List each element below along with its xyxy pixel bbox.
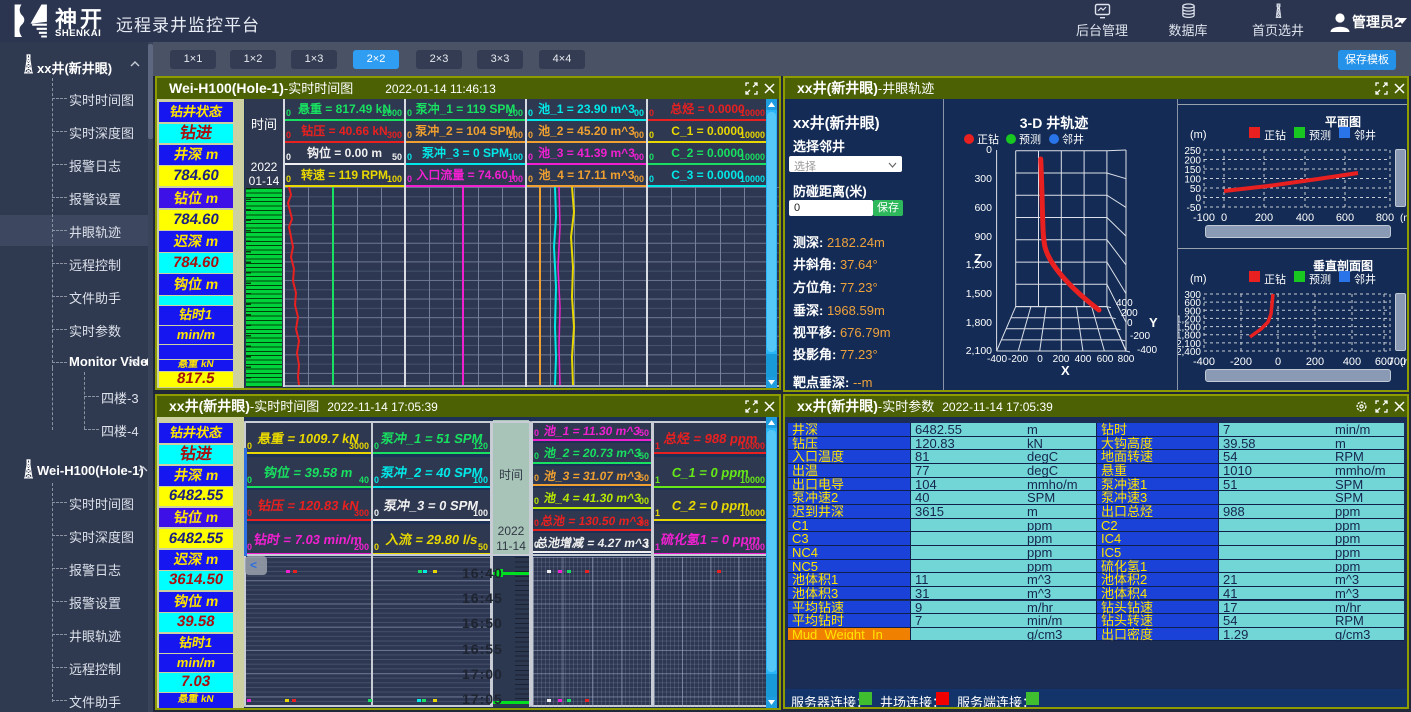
svg-text:900: 900 [974,231,992,243]
svg-text:1,800: 1,800 [966,317,992,329]
svg-text:Z: Z [974,251,982,266]
svg-text:400: 400 [1296,212,1314,224]
svg-text:预测: 预测 [1019,133,1041,146]
svg-text:-400: -400 [1137,345,1157,356]
svg-text:-200: -200 [1230,356,1252,368]
svg-text:-200: -200 [1130,331,1150,342]
svg-text:0: 0 [1275,356,1281,368]
svg-text:3-D 井轨迹: 3-D 井轨迹 [1020,115,1088,131]
svg-text:0: 0 [1037,354,1043,365]
svg-text:-200: -200 [1008,354,1028,365]
svg-text:1,500: 1,500 [966,288,992,300]
svg-text:800: 800 [1118,354,1135,365]
svg-text:(m): (m) [1400,213,1409,224]
svg-text:200: 200 [1255,212,1273,224]
svg-text:Y: Y [1149,315,1158,330]
svg-text:0: 0 [1221,212,1227,224]
svg-text:-100: -100 [1193,212,1215,224]
svg-text:600: 600 [1097,354,1114,365]
svg-text:-400: -400 [1193,356,1215,368]
svg-text:300: 300 [974,173,992,185]
svg-text:600: 600 [974,202,992,214]
svg-text:200: 200 [1306,356,1324,368]
svg-text:0: 0 [1127,318,1133,329]
svg-text:400: 400 [1343,356,1361,368]
svg-text:800: 800 [1376,212,1394,224]
svg-text:600: 600 [1336,212,1354,224]
svg-text:400: 400 [1075,354,1092,365]
svg-text:X: X [1061,363,1070,378]
svg-text:-400: -400 [987,354,1007,365]
svg-text:0: 0 [986,144,992,156]
svg-text:邻井: 邻井 [1062,132,1084,146]
svg-text:(m): (m) [1400,357,1409,368]
